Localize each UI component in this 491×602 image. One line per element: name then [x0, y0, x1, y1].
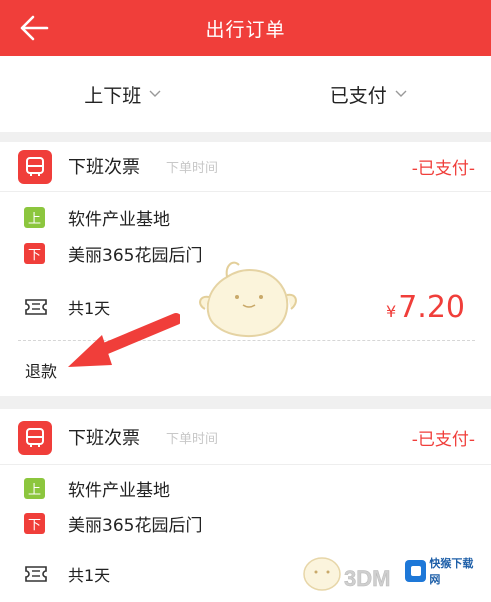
divider	[0, 464, 491, 465]
filter-bar: 上下班 已支付	[0, 56, 491, 132]
logo-kb-watermark: 快猴下载网	[403, 556, 483, 586]
kb-logo-icon	[405, 560, 427, 582]
status-badge: -已支付-	[411, 158, 475, 179]
bus-icon	[18, 150, 52, 184]
status-badge: -已支付-	[411, 429, 475, 450]
boarding-stop-name: 软件产业基地	[68, 209, 170, 230]
arrow-left-icon	[20, 15, 49, 41]
order-price: ¥ 7.20	[386, 290, 465, 325]
filter-status-label: 已支付	[329, 84, 387, 107]
filter-commute-dropdown[interactable]: 上下班	[0, 56, 246, 132]
boarding-stop: 上 软件产业基地	[0, 204, 491, 230]
refund-button[interactable]: 退款	[25, 358, 57, 382]
order-time: 下单时间	[166, 431, 219, 447]
boarding-stop: 上 软件产业基地	[0, 475, 491, 501]
ticket-type: 下班次票	[68, 428, 140, 449]
back-button[interactable]	[16, 10, 52, 46]
order-time: 下单时间	[166, 160, 219, 176]
red-arrow-annotation	[68, 313, 180, 367]
mascot-watermark	[199, 261, 297, 338]
alighting-stop: 下 美丽365花园后门	[0, 510, 491, 536]
ticket-days: 共1天	[68, 566, 111, 585]
boarding-badge: 上	[24, 206, 45, 228]
logo-3dm-watermark: 3DM	[303, 557, 391, 591]
price-amount: 7.20	[398, 289, 465, 325]
page-title: 出行订单	[205, 18, 286, 41]
logo-kb-text: 快猴下载网	[429, 557, 474, 586]
alighting-stop-name: 美丽365花园后门	[68, 515, 203, 536]
ticket-type: 下班次票	[68, 157, 140, 178]
ticket-icon	[25, 299, 47, 315]
chevron-down-icon	[149, 90, 161, 97]
ticket-icon	[25, 566, 47, 582]
bus-icon	[18, 421, 52, 455]
boarding-badge: 上	[24, 477, 45, 499]
logo-3dm-text: 3DM	[344, 566, 390, 591]
alighting-stop-name: 美丽365花园后门	[68, 245, 203, 266]
top-bar: 出行订单	[0, 0, 491, 56]
alighting-badge: 下	[24, 512, 45, 534]
filter-status-dropdown[interactable]: 已支付	[246, 56, 491, 132]
boarding-stop-name: 软件产业基地	[68, 480, 170, 501]
alighting-badge: 下	[24, 242, 45, 264]
currency-symbol: ¥	[386, 301, 397, 321]
chevron-down-icon	[395, 90, 407, 97]
filter-commute-label: 上下班	[84, 84, 142, 107]
order-header: 下班次票 下单时间 -已支付-	[0, 142, 491, 190]
divider	[0, 191, 491, 192]
order-header: 下班次票 下单时间 -已支付-	[0, 409, 491, 465]
